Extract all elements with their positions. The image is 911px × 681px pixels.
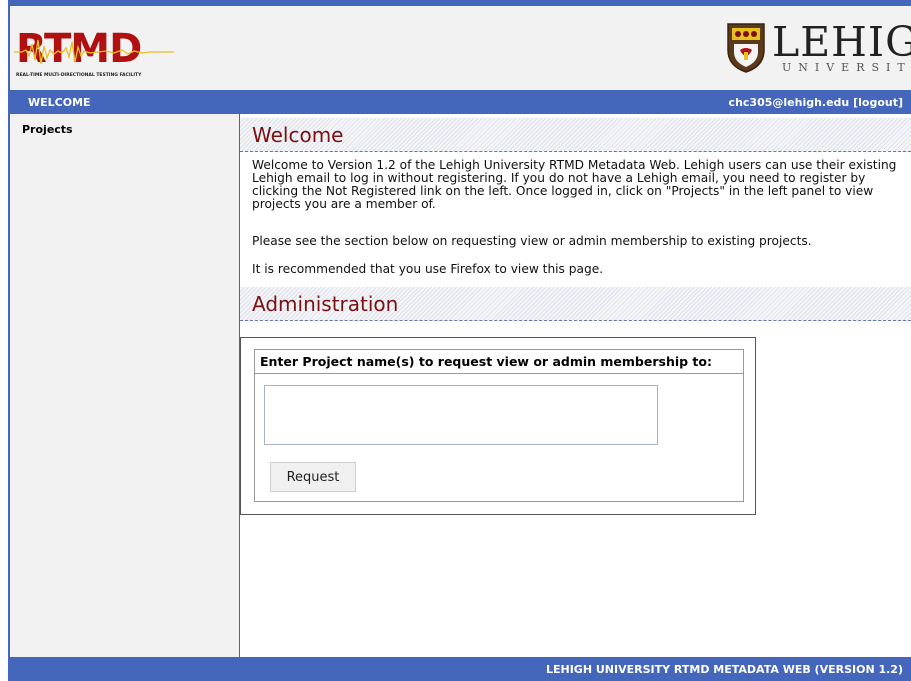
- top-nav-bar: WELCOME chc305@lehigh.edu [logout]: [10, 90, 911, 114]
- page-frame: RTMD REAL-TIME MULTI-DIRECTIONAL TESTING…: [8, 0, 911, 681]
- sidebar-item-projects[interactable]: Projects: [22, 123, 73, 136]
- administration-title: Administration: [252, 292, 399, 316]
- firefox-paragraph: It is recommended that you use Firefox t…: [252, 262, 604, 276]
- request-form: Enter Project name(s) to request view or…: [254, 349, 744, 502]
- request-membership-box: Enter Project name(s) to request view or…: [240, 337, 756, 515]
- request-button[interactable]: Request: [270, 462, 356, 492]
- footer-text: LEHIGH UNIVERSITY RTMD METADATA WEB (VER…: [545, 663, 903, 676]
- rtmd-logo-subtitle: REAL-TIME MULTI-DIRECTIONAL TESTING FACI…: [16, 73, 142, 78]
- request-label: Enter Project name(s) to request view or…: [255, 350, 743, 374]
- welcome-label: WELCOME: [28, 96, 91, 109]
- sidebar: Projects: [10, 114, 240, 657]
- header: RTMD REAL-TIME MULTI-DIRECTIONAL TESTING…: [10, 0, 911, 90]
- welcome-section-header: Welcome: [240, 118, 911, 152]
- user-logout-link[interactable]: chc305@lehigh.edu [logout]: [729, 96, 903, 109]
- project-names-input[interactable]: [264, 385, 658, 445]
- footer-bar: LEHIGH UNIVERSITY RTMD METADATA WEB (VER…: [10, 657, 911, 681]
- welcome-paragraph: Welcome to Version 1.2 of the Lehigh Uni…: [252, 158, 897, 211]
- seismic-wave-icon: [14, 39, 174, 65]
- lehigh-university-label: UNIVERSITY: [782, 61, 911, 74]
- rtmd-logo: RTMD REAL-TIME MULTI-DIRECTIONAL TESTING…: [14, 26, 182, 82]
- administration-section-header: Administration: [240, 287, 911, 321]
- membership-paragraph: Please see the section below on requesti…: [252, 234, 812, 248]
- lehigh-wordmark: LEHIGH: [772, 18, 911, 66]
- welcome-title: Welcome: [252, 123, 344, 147]
- main-content: Welcome Welcome to Version 1.2 of the Le…: [240, 114, 911, 657]
- lehigh-shield-icon: [727, 23, 765, 73]
